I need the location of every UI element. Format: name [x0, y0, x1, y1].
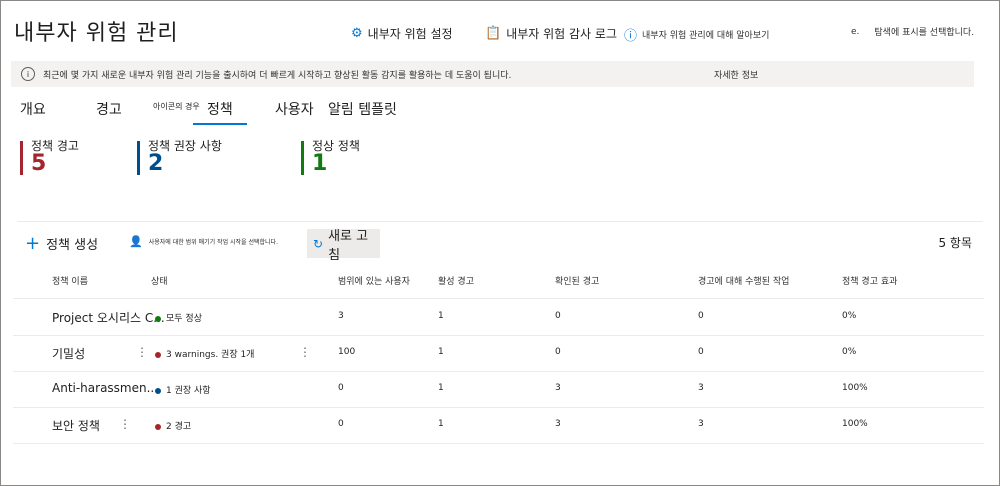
tab-users[interactable]: 사용자 [275, 99, 314, 119]
status-text: 2 경고 [166, 422, 192, 432]
audit-log-label: 내부자 위험 감사 로그 [506, 27, 617, 41]
table-row[interactable]: 기밀성 ⋮ 3 warnings. 권장 1개 ⋮ 100 1 0 0 0% [13, 335, 984, 372]
create-policy-label: 정책 생성 [46, 238, 99, 253]
policy-name[interactable]: 보안 정책 [52, 417, 100, 434]
confirmed-cell: 3 [555, 419, 561, 429]
status-cell: 2 경고 [155, 419, 191, 432]
actions-cell: 0 [698, 311, 704, 321]
card-accent [301, 141, 304, 175]
users-cell: 100 [338, 347, 356, 357]
status-dot [155, 351, 161, 358]
active-cell: 1 [438, 311, 444, 321]
refresh-label: 새로 고침 [328, 228, 369, 263]
app-window: 내부자 위험 관리 ⚙ 내부자 위험 설정 📋 내부자 위험 감사 로그 ⓘ 내… [0, 0, 1000, 486]
col-status[interactable]: 상태 [151, 274, 168, 287]
more-options-icon[interactable]: ⋮ [299, 345, 311, 359]
card-value: 5 [31, 151, 47, 176]
actions-cell: 0 [698, 347, 704, 357]
status-cell: 모두 정상 [155, 311, 202, 324]
effect-cell: 0% [842, 311, 857, 321]
effect-cell: 100% [842, 419, 868, 429]
more-options-icon[interactable]: ⋮ [136, 345, 148, 359]
card-accent [137, 141, 140, 175]
clipboard-icon: 📋 [485, 26, 502, 41]
status-dot [155, 423, 161, 430]
confirmed-cell: 0 [555, 311, 561, 321]
nav-label: 탐색에 표시를 선택합니다. [874, 28, 975, 38]
start-scoping-button[interactable]: 👤 사용자에 대한 범위 매기기 작업 시작을 선택합니다. [129, 235, 278, 248]
create-policy-button[interactable]: + 정책 생성 [25, 233, 98, 254]
status-dot [155, 387, 161, 394]
table-row[interactable]: Project 오시리스 C... 모두 정상 3 1 0 0 0% [13, 299, 984, 336]
col-users-in-scope[interactable]: 범위에 있는 사용자 [338, 274, 410, 287]
audit-log-link[interactable]: 📋 내부자 위험 감사 로그 [485, 25, 617, 42]
card-value: 1 [312, 151, 328, 176]
policy-name[interactable]: Project 오시리스 C... [52, 309, 165, 326]
settings-label: 내부자 위험 설정 [367, 27, 453, 41]
info-icon: i [21, 67, 35, 81]
active-cell: 1 [438, 383, 444, 393]
status-text: 3 warnings. 권장 1개 [166, 350, 255, 360]
active-cell: 1 [438, 419, 444, 429]
gear-icon: ⚙ [351, 26, 363, 41]
learn-link[interactable]: ⓘ 내부자 위험 관리에 대해 알아보기 [624, 25, 769, 44]
users-cell: 0 [338, 419, 344, 429]
item-count: 5 항목 [938, 236, 972, 250]
col-active-alerts[interactable]: 활성 경고 [438, 274, 474, 287]
learn-more-link[interactable]: 자세한 정보 [714, 68, 758, 81]
tab-icon-note: 아이콘의 경우 [153, 102, 200, 111]
tab-policies[interactable]: 정책 [193, 99, 247, 125]
col-confirmed-alerts[interactable]: 확인된 경고 [555, 274, 599, 287]
refresh-button[interactable]: ↻ 새로 고침 [307, 229, 380, 263]
confirmed-cell: 3 [555, 383, 561, 393]
page-title: 내부자 위험 관리 [14, 21, 179, 46]
policy-name[interactable]: Anti-harassmen... [52, 381, 158, 395]
status-text: 모두 정상 [166, 314, 202, 324]
info-icon: ⓘ [624, 29, 638, 44]
confirmed-cell: 0 [555, 347, 561, 357]
plus-icon: + [25, 233, 41, 254]
effect-cell: 0% [842, 347, 857, 357]
nav-prefix: e. [851, 26, 860, 37]
col-alert-effectiveness[interactable]: 정책 경고 효과 [842, 274, 897, 287]
more-options-icon[interactable]: ⋮ [119, 417, 131, 431]
status-text: 1 권장 사항 [166, 386, 211, 396]
tab-bar: 개요 경고 아이콘의 경우 정책 사용자 알림 템플릿 [1, 97, 999, 127]
actions-cell: 3 [698, 383, 704, 393]
person-icon: 👤 [129, 235, 143, 248]
start-scoping-label: 사용자에 대한 범위 매기기 작업 시작을 선택합니다. [148, 239, 278, 246]
effect-cell: 100% [842, 383, 868, 393]
card-value: 2 [148, 151, 164, 176]
tab-notice-templates[interactable]: 알림 템플릿 [328, 99, 397, 119]
refresh-icon: ↻ [313, 236, 324, 251]
actions-cell: 3 [698, 419, 704, 429]
command-bar: + 정책 생성 👤 사용자에 대한 범위 매기기 작업 시작을 선택합니다. ↻… [1, 229, 999, 263]
col-policy-name[interactable]: 정책 이름 [52, 274, 88, 287]
status-cell: 3 warnings. 권장 1개 [155, 347, 254, 360]
table-row[interactable]: 보안 정책 ⋮ 2 경고 0 1 3 3 100% [13, 407, 984, 444]
divider [17, 221, 983, 222]
nav-toggle[interactable]: e. 탐색에 표시를 선택합니다. [851, 25, 975, 39]
policy-name[interactable]: 기밀성 [52, 345, 85, 362]
settings-link[interactable]: ⚙ 내부자 위험 설정 [351, 25, 453, 42]
table-row[interactable]: Anti-harassmen... 1 권장 사항 0 1 3 3 100% [13, 371, 984, 408]
users-cell: 3 [338, 311, 344, 321]
status-cell: 1 권장 사항 [155, 383, 211, 396]
banner-text: 최근에 몇 가지 새로운 내부자 위험 관리 기능을 출시하여 더 빠르게 시작… [43, 70, 512, 81]
info-banner: i 최근에 몇 가지 새로운 내부자 위험 관리 기능을 출시하여 더 빠르게 … [11, 61, 974, 87]
users-cell: 0 [338, 383, 344, 393]
tab-overview[interactable]: 개요 [20, 99, 46, 119]
active-cell: 1 [438, 347, 444, 357]
status-dot [155, 315, 161, 322]
tab-alerts[interactable]: 경고 [96, 99, 122, 119]
col-actions-taken[interactable]: 경고에 대해 수행된 작업 [698, 274, 789, 287]
card-accent [20, 141, 23, 175]
learn-label: 내부자 위험 관리에 대해 알아보기 [642, 31, 770, 41]
